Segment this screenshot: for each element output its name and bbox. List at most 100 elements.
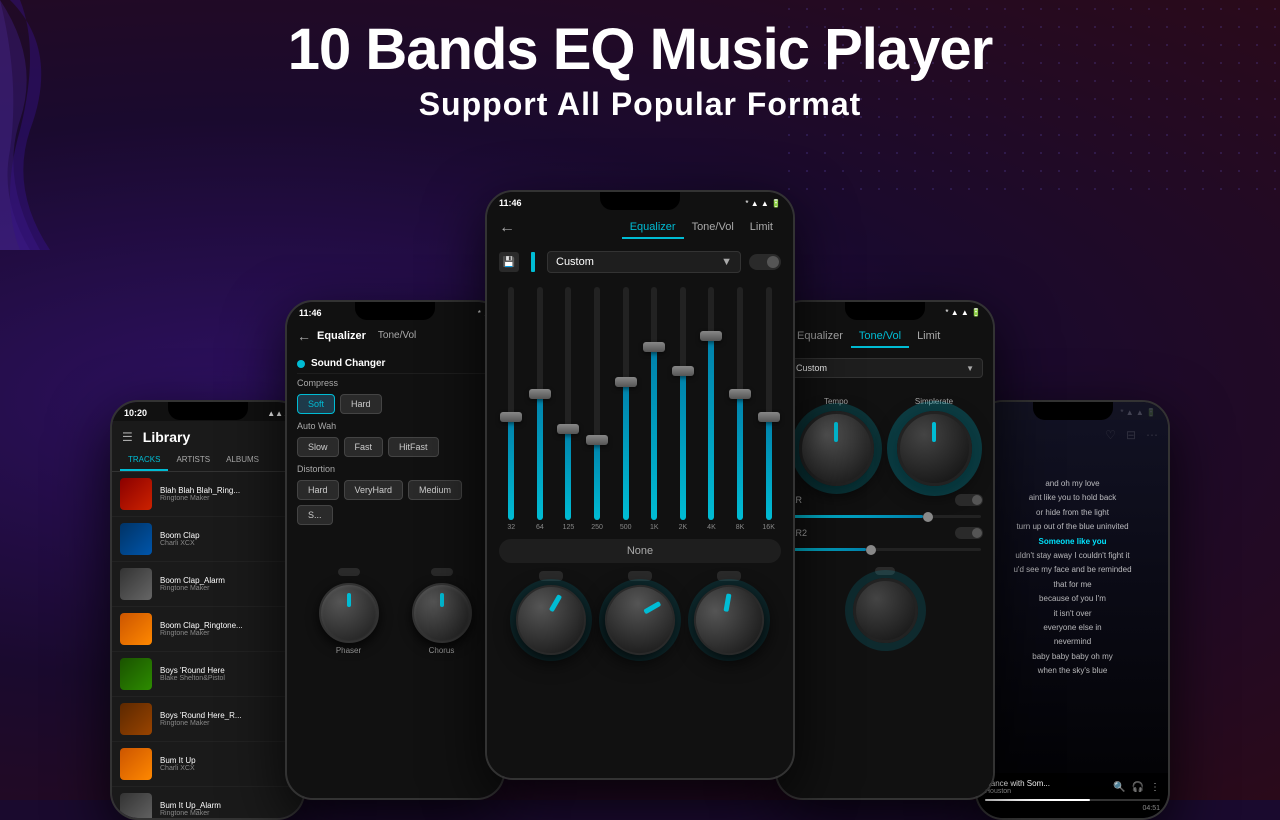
band-label: 4K — [707, 524, 716, 531]
slider-thumb[interactable] — [529, 389, 551, 399]
simplerate-label: Simplerate — [915, 397, 953, 406]
list-item[interactable]: Boys 'Round Here Blake Shelton&Pistol — [112, 652, 303, 697]
band-label: 500 — [620, 524, 632, 531]
slider-thumb[interactable] — [700, 331, 722, 341]
lyrics-progress[interactable] — [985, 799, 1160, 801]
list-item[interactable]: Boom Clap_Alarm Ringtone Maker — [112, 562, 303, 607]
save-icon[interactable]: 💾 — [499, 252, 519, 272]
soundchanger-section: Sound Changer — [287, 350, 503, 373]
ier2-toggle[interactable] — [955, 527, 983, 539]
slider-thumb[interactable] — [758, 412, 780, 422]
slider-thumb[interactable] — [586, 435, 608, 445]
eq-toggle[interactable] — [749, 254, 781, 270]
tab-limit[interactable]: Limit — [742, 217, 781, 239]
track-info: Boys 'Round Here_R... Ringtone Maker — [160, 711, 295, 727]
slider-thumb[interactable] — [615, 377, 637, 387]
tab-tonevol[interactable]: Tone/Vol — [684, 217, 742, 239]
autowah-slow-btn[interactable]: Slow — [297, 437, 339, 457]
lyric-line: when the sky's blue — [987, 664, 1158, 678]
tv-big-knob[interactable] — [853, 578, 918, 643]
track-name: Boys 'Round Here — [160, 666, 295, 675]
ier2-slider[interactable] — [789, 548, 981, 551]
list-item[interactable]: Blah Blah Blah_Ring... Ringtone Maker — [112, 472, 303, 517]
slider-track[interactable] — [537, 287, 543, 520]
track-name: Boom Clap_Alarm — [160, 576, 295, 585]
list-item[interactable]: Boom Clap Charli XCX — [112, 517, 303, 562]
slider-track[interactable] — [680, 287, 686, 520]
hamburger-icon[interactable]: ☰ — [122, 430, 133, 444]
slider-thumb[interactable] — [672, 366, 694, 376]
tv-tab-tonevol[interactable]: Tone/Vol — [851, 326, 909, 348]
simplerate-knob[interactable] — [897, 411, 972, 486]
slider-track[interactable] — [708, 287, 714, 520]
big-knob-1[interactable] — [516, 585, 586, 655]
track-info: Boys 'Round Here Blake Shelton&Pistol — [160, 666, 295, 682]
tempo-knob[interactable] — [799, 411, 874, 486]
track-name: Bum It Up — [160, 756, 295, 765]
preset-select[interactable]: Custom ▼ — [547, 251, 741, 273]
tv-preset-select[interactable]: Custom ▼ — [787, 358, 983, 378]
lyric-line: everyone else in — [987, 621, 1158, 635]
slider-track[interactable] — [508, 287, 514, 520]
tv-tab-equalizer[interactable]: Equalizer — [789, 326, 851, 348]
tv-tab-limit[interactable]: Limit — [909, 326, 948, 348]
list-item[interactable]: Bum It Up Charli XCX — [112, 742, 303, 787]
tab-equalizer[interactable]: Equalizer — [622, 217, 684, 239]
autowah-fast-btn[interactable]: Fast — [344, 437, 384, 457]
album-thumb — [120, 478, 152, 510]
chorus-knob[interactable] — [412, 583, 472, 643]
more-btn[interactable]: ⋮ — [1150, 782, 1160, 793]
eq-sliders: 32641252505001K2K4K8K16K — [487, 279, 793, 539]
slider-thumb[interactable] — [729, 389, 751, 399]
distortion-buttons: Hard VeryHard Medium S... — [287, 477, 503, 528]
dist-hard-btn[interactable]: Hard — [297, 480, 339, 500]
phaser-label: Phaser — [336, 646, 361, 655]
tv-bottom-knob — [777, 557, 993, 643]
big-knob-3[interactable] — [684, 575, 774, 665]
slider-thumb[interactable] — [500, 412, 522, 422]
ier2-thumb[interactable] — [866, 545, 876, 555]
status-time-3: 11:46 — [499, 198, 522, 208]
back-button[interactable]: ← — [297, 328, 311, 344]
compress-hard-btn[interactable]: Hard — [340, 394, 382, 414]
ier-slider[interactable] — [789, 515, 981, 518]
dist-medium-btn[interactable]: Medium — [408, 480, 462, 500]
slider-thumb[interactable] — [557, 424, 579, 434]
tab-albums[interactable]: ALBUMS — [218, 450, 267, 471]
phone-lyrics: * ▲ ▲ 🔋 ♡ ⊟ ⋯ and oh my loveaint like yo… — [975, 400, 1170, 820]
phone-equalizer: 11:46 * ▲ ▲ 🔋 ← Equalizer Tone/Vol Limit… — [485, 190, 795, 780]
dist-s-btn[interactable]: S... — [297, 505, 333, 525]
list-item[interactable]: Boom Clap_Ringtone... Ringtone Maker — [112, 607, 303, 652]
eq-back-btn[interactable]: ← — [499, 219, 515, 237]
slider-track[interactable] — [623, 287, 629, 520]
big-knob-2[interactable] — [592, 572, 688, 668]
tab-artists[interactable]: ARTISTS — [168, 450, 218, 471]
ier-toggle[interactable] — [955, 494, 983, 506]
phaser-knob[interactable] — [319, 583, 379, 643]
list-item[interactable]: Boys 'Round Here_R... Ringtone Maker — [112, 697, 303, 742]
autowah-hitfast-btn[interactable]: HitFast — [388, 437, 439, 457]
eq-tonevol-tab[interactable]: Tone/Vol — [372, 327, 422, 344]
slider-track[interactable] — [766, 287, 772, 520]
eq-band-64: 64 — [527, 287, 553, 531]
list-item[interactable]: Bum It Up_Alarm Ringtone Maker — [112, 787, 303, 818]
compress-soft-btn[interactable]: Soft — [297, 394, 335, 414]
dist-veryhard-btn[interactable]: VeryHard — [344, 480, 404, 500]
tab-tracks[interactable]: TRACKS — [120, 450, 168, 471]
ier2-row: IER2 — [777, 524, 993, 542]
lyric-line: turn up out of the blue uninvited — [987, 520, 1158, 534]
search-icon[interactable]: 🔍 — [1113, 782, 1125, 793]
eq-band-8K: 8K — [727, 287, 753, 531]
preset-none-btn[interactable]: None — [499, 539, 781, 563]
slider-track[interactable] — [565, 287, 571, 520]
autowah-buttons: Slow Fast HitFast — [287, 434, 503, 460]
notch-2 — [355, 302, 435, 320]
slider-track[interactable] — [651, 287, 657, 520]
headphone-icon[interactable]: 🎧 — [1132, 782, 1144, 793]
knob-control-2 — [431, 568, 453, 576]
slider-track[interactable] — [737, 287, 743, 520]
slider-thumb[interactable] — [643, 342, 665, 352]
page-header: 10 Bands EQ Music Player Support All Pop… — [0, 18, 1280, 123]
slider-track[interactable] — [594, 287, 600, 520]
ier-thumb[interactable] — [923, 512, 933, 522]
